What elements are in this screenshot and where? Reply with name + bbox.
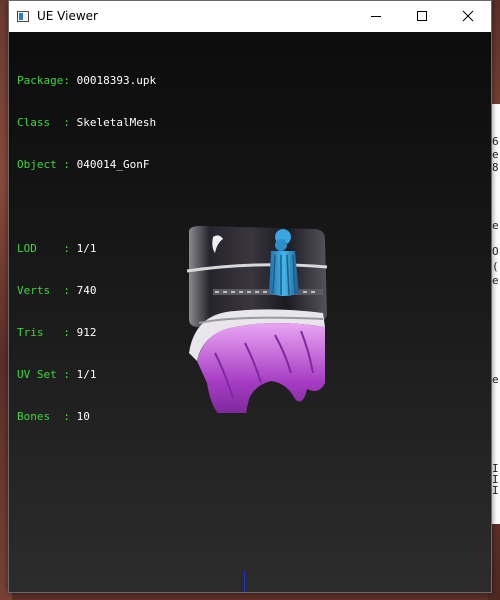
info-value: 912 [76, 326, 97, 339]
info-label: Object : [17, 158, 77, 171]
3d-viewport[interactable]: Package: 00018393.upk Class : SkeletalMe… [9, 32, 491, 592]
background-text: 8 [492, 161, 499, 174]
title-bar[interactable]: UE Viewer [9, 1, 491, 31]
ue-viewer-window[interactable]: UE Viewer Package: 00018393.upk Class: … [8, 0, 492, 593]
maximize-button[interactable] [399, 1, 445, 31]
background-text: O [492, 245, 499, 258]
info-value: SkeletalMesh [76, 116, 157, 129]
skeletal-mesh-model[interactable] [175, 223, 335, 413]
minimize-button[interactable] [353, 1, 399, 31]
axis-indicator [244, 571, 245, 592]
info-row-uvset: UV Set : 1/1 [17, 368, 156, 382]
info-value: 040014_GonF [76, 158, 150, 171]
info-label: Bones : [17, 410, 77, 423]
minimize-icon [371, 16, 381, 17]
info-label: Package: [17, 74, 77, 87]
background-text: I [492, 484, 499, 497]
info-row-package: Package: 00018393.upk [17, 74, 156, 88]
close-icon [462, 10, 474, 22]
maximize-icon [417, 11, 427, 21]
window-title: UE Viewer [37, 9, 98, 23]
info-value: 00018393.upk [76, 74, 157, 87]
background-text: e [492, 219, 499, 232]
info-label: UV Set : [17, 368, 77, 381]
app-icon[interactable] [17, 10, 29, 22]
info-row-bones: Bones : 10 [17, 410, 156, 424]
info-value: 10 [76, 410, 90, 423]
background-text: 6 [492, 135, 499, 148]
info-row-lod: LOD : 1/1 [17, 242, 156, 256]
info-value: 1/1 [76, 242, 97, 255]
info-label: Class : [17, 116, 77, 129]
info-value: 740 [76, 284, 97, 297]
info-row-object: Object : 040014_GonF [17, 158, 156, 172]
mesh-info-overlay: Package: 00018393.upk Class : SkeletalMe… [17, 46, 156, 452]
caption-buttons [353, 1, 491, 31]
info-row-class: Class : SkeletalMesh [17, 116, 156, 130]
background-text: e [492, 274, 499, 287]
info-label: LOD : [17, 242, 77, 255]
info-value: 1/1 [76, 368, 97, 381]
background-text: ( [492, 260, 499, 273]
close-button[interactable] [445, 1, 491, 31]
info-row-tris: Tris : 912 [17, 326, 156, 340]
info-row-verts: Verts : 740 [17, 284, 156, 298]
background-text: e [492, 148, 499, 161]
background-text: e [492, 373, 499, 386]
info-label: Tris : [17, 326, 77, 339]
info-label: Verts : [17, 284, 77, 297]
